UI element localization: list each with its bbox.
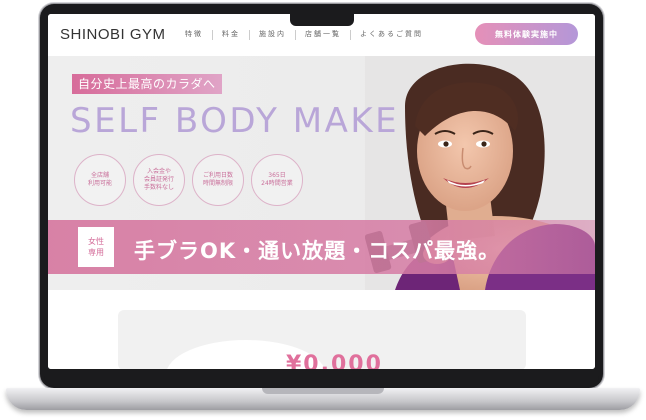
women-only-badge: 女性 専用 [78, 227, 114, 267]
hero-headline: SELF BODY MAKE [70, 101, 400, 141]
nav-item-locations[interactable]: 店舗一覧 [295, 30, 350, 40]
free-trial-button[interactable]: 無料体験実施中 [475, 23, 578, 45]
laptop-base-groove [262, 388, 384, 394]
nav-item-features[interactable]: 特徴 [176, 30, 212, 40]
camera-notch [290, 14, 354, 26]
feature-circle-no-fees: 入会金や 会員証発行 手数料なし [133, 154, 185, 206]
feature-text: 365日 24時間営業 [261, 172, 293, 187]
hero-banner-text: 手ブラOK・通い放題・コスパ最強。 [134, 239, 501, 263]
feature-circle-unlimited: ご利用日数 時間無制限 [192, 154, 244, 206]
feature-text: 入会金や 会員証発行 手数料なし [143, 168, 174, 191]
hero-section: 自分史上最高のカラダへ SELF BODY MAKE 全店舗 利用可能 入会金や会… [48, 56, 595, 290]
site-logo[interactable]: SHINOBI GYM [60, 26, 166, 43]
badge-text: 女性 専用 [88, 237, 104, 257]
feature-circle-all-stores: 全店舗 利用可能 [74, 154, 126, 206]
hero-tagline: 自分史上最高のカラダへ [72, 74, 222, 94]
feature-circle-24h: 365日 24時間営業 [251, 154, 303, 206]
nav-item-facilities[interactable]: 施設内 [249, 30, 295, 40]
main-nav: 特徴 料金 施設内 店舗一覧 よくあるご質問 [176, 30, 432, 40]
website-screen: SHINOBI GYM 特徴 料金 施設内 店舗一覧 よくあるご質問 無料体験実… [48, 14, 595, 369]
feature-text: ご利用日数 時間無制限 [202, 172, 233, 187]
price-partial-text: ¥0,000 [286, 352, 383, 369]
laptop-chin [44, 370, 599, 386]
feature-text: 全店舗 利用可能 [87, 172, 112, 187]
pricing-preview-section: ¥0,000 [48, 290, 595, 369]
nav-item-pricing[interactable]: 料金 [212, 30, 249, 40]
nav-item-faq[interactable]: よくあるご質問 [350, 30, 432, 40]
